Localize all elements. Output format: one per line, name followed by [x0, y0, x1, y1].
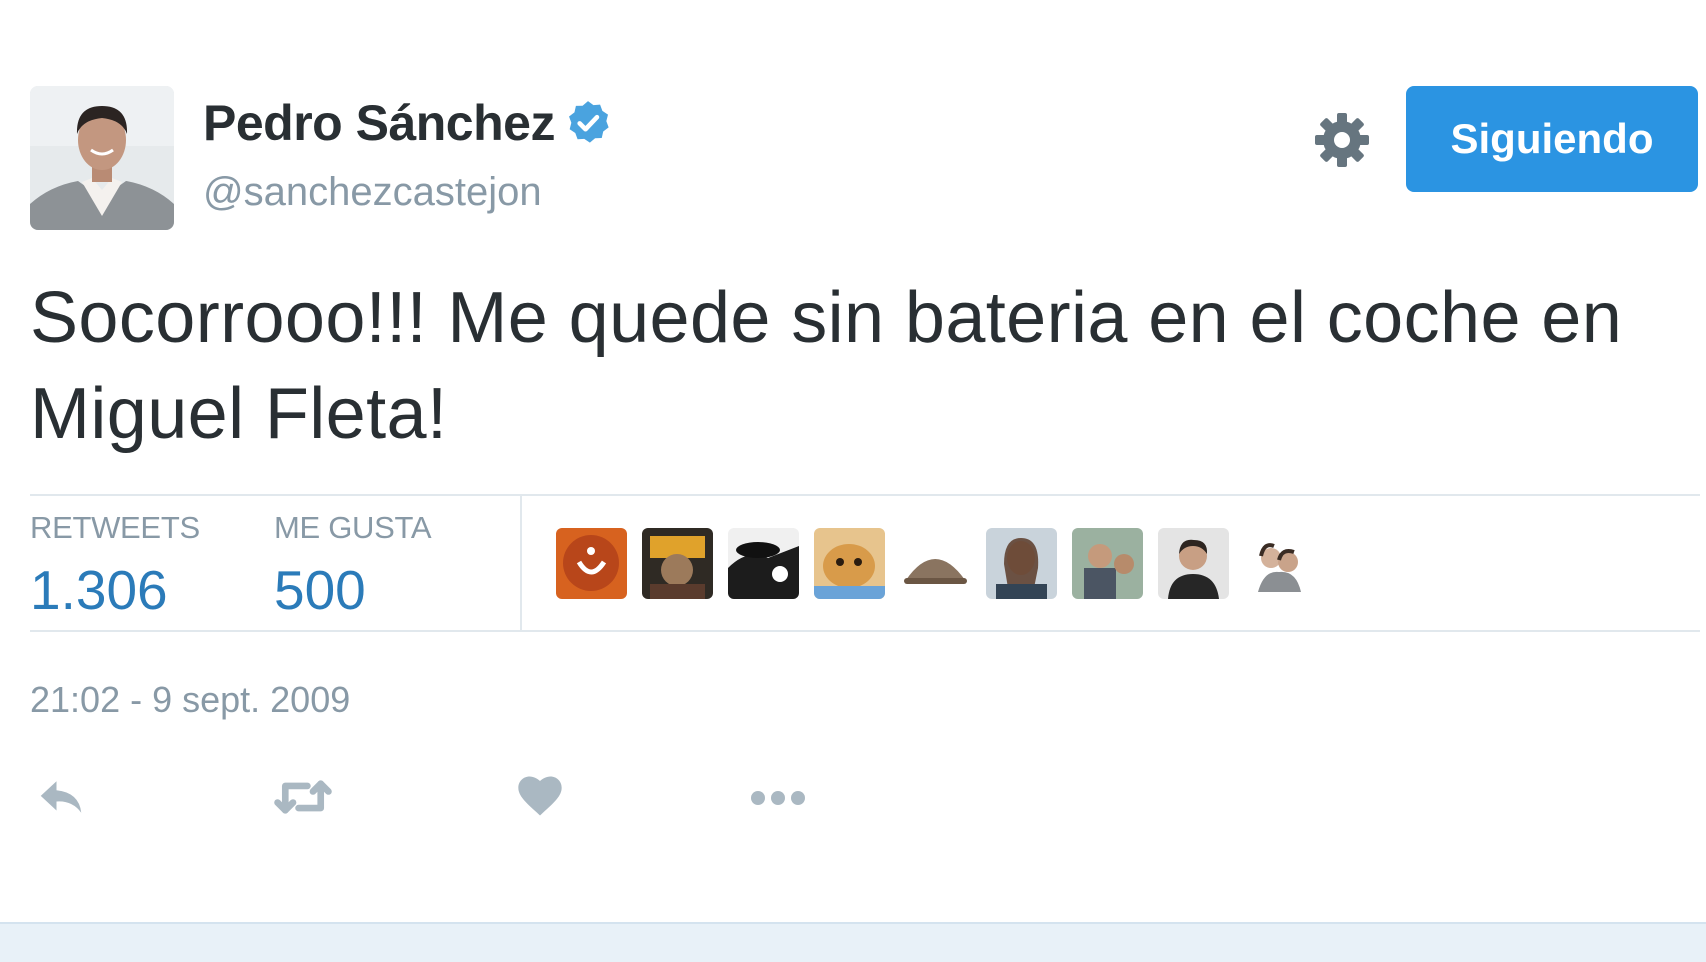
tweet-text: Socorrooo!!! Me quede sin bateria en el … [30, 278, 1623, 454]
divider [30, 494, 1700, 496]
divider [520, 494, 522, 630]
liker-avatar[interactable] [1072, 528, 1143, 599]
display-name[interactable]: Pedro Sánchez [203, 98, 555, 148]
liker-avatar[interactable] [986, 528, 1057, 599]
liker-avatar[interactable] [1158, 528, 1229, 599]
bottom-bar [0, 922, 1706, 962]
avatar[interactable] [30, 86, 174, 230]
retweets-label: RETWEETS [30, 510, 200, 545]
gear-icon[interactable] [1312, 110, 1372, 170]
retweet-icon[interactable] [272, 770, 334, 824]
liker-avatars [556, 528, 1315, 599]
tweet-card: Pedro Sánchez @sanchezcastejon Siguiendo… [0, 0, 1706, 962]
likes-label: ME GUSTA [274, 510, 432, 545]
likes-stat[interactable]: ME GUSTA 500 [274, 510, 432, 621]
liker-avatar[interactable] [642, 528, 713, 599]
verified-badge-icon [563, 98, 613, 148]
following-button[interactable]: Siguiendo [1406, 86, 1698, 192]
tweet-timestamp[interactable]: 21:02 - 9 sept. 2009 [30, 682, 350, 718]
liker-avatar[interactable] [900, 528, 971, 599]
divider [30, 630, 1700, 632]
liker-avatar[interactable] [556, 528, 627, 599]
liker-avatar[interactable] [728, 528, 799, 599]
likes-count: 500 [274, 559, 366, 621]
more-icon[interactable] [748, 780, 808, 816]
liker-avatar[interactable] [814, 528, 885, 599]
name-row: Pedro Sánchez [203, 98, 613, 148]
retweets-stat[interactable]: RETWEETS 1.306 [30, 512, 200, 618]
retweets-count: 1.306 [30, 559, 168, 621]
user-handle[interactable]: @sanchezcastejon [203, 172, 542, 212]
liker-avatar[interactable] [1244, 528, 1315, 599]
heart-icon[interactable] [514, 770, 566, 822]
reply-icon[interactable] [34, 770, 88, 824]
